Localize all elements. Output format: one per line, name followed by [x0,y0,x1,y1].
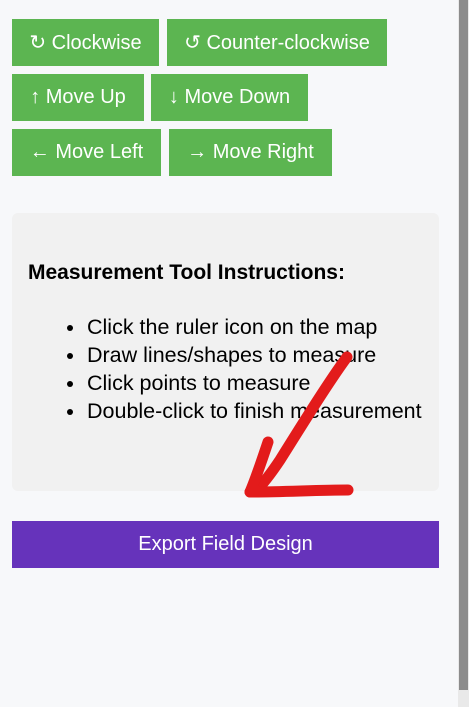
instruction-item: Click points to measure [67,369,427,397]
move-right-button[interactable]: → Move Right [169,129,332,176]
scrollbar-thumb[interactable] [459,0,468,690]
control-panel: ↻ Clockwise ↺ Counter-clockwise ↑ Move U… [0,0,458,707]
scrollbar-track[interactable] [458,0,469,707]
instructions-title: Measurement Tool Instructions: [28,261,345,284]
instruction-item: Double-click to finish measurement [67,397,427,425]
export-field-design-button[interactable]: Export Field Design [12,521,439,568]
instructions-list: Click the ruler icon on the map Draw lin… [67,313,427,425]
rotate-clockwise-button[interactable]: ↻ Clockwise [12,19,159,66]
measurement-instructions-box: Measurement Tool Instructions: Click the… [12,213,439,491]
rotate-counter-clockwise-button[interactable]: ↺ Counter-clockwise [167,19,387,66]
move-up-button[interactable]: ↑ Move Up [12,74,144,121]
instruction-item: Click the ruler icon on the map [67,313,427,341]
instruction-item: Draw lines/shapes to measure [67,341,427,369]
move-down-button[interactable]: ↓ Move Down [151,74,308,121]
move-left-button[interactable]: ← Move Left [12,129,161,176]
